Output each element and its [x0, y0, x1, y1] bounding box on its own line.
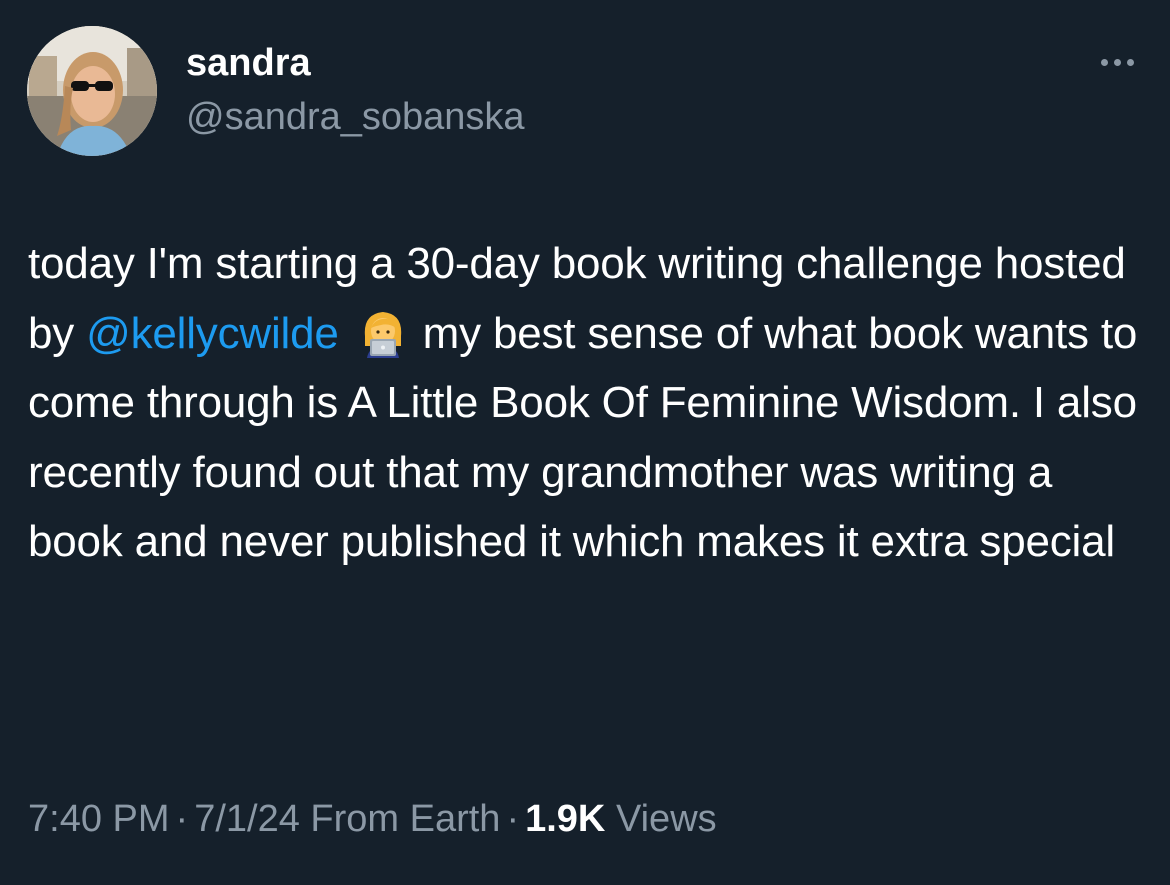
more-dot-icon	[1100, 58, 1108, 66]
views-label: Views	[615, 798, 717, 840]
meta-separator: ·	[175, 798, 189, 840]
tweet-card: sandra @sandra_sobanska today I'm starti…	[0, 0, 1170, 885]
user-handle[interactable]: @sandra_sobanska	[186, 94, 525, 140]
more-dot-icon	[1126, 58, 1134, 66]
views-count: 1.9K	[525, 798, 606, 840]
more-options-button[interactable]	[1090, 44, 1144, 80]
tweet-date[interactable]: 7/1/24	[194, 798, 300, 840]
avatar-photo	[27, 26, 157, 156]
mention-link[interactable]: @kellycwilde	[86, 309, 339, 358]
tweet-text: today I'm starting a 30-day book writing…	[28, 229, 1148, 577]
tweet-meta: 7:40 PM · 7/1/24 From Earth · 1.9K Views	[28, 794, 717, 844]
tweet-source: From Earth	[310, 798, 501, 840]
meta-separator: ·	[506, 798, 520, 840]
more-dot-icon	[1113, 58, 1121, 66]
avatar[interactable]	[27, 26, 157, 156]
woman-technologist-emoji-icon	[357, 306, 409, 358]
display-name[interactable]: sandra	[186, 40, 311, 86]
tweet-time[interactable]: 7:40 PM	[28, 798, 170, 840]
